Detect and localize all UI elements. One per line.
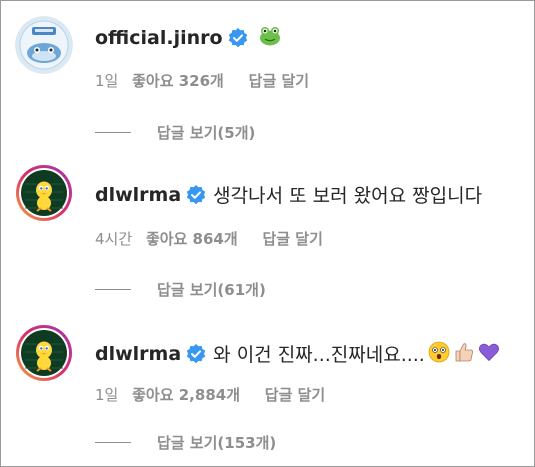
view-replies-button[interactable]: 답글 보기(61개) <box>95 279 266 300</box>
comment-time: 1일 <box>95 386 119 404</box>
reply-button[interactable]: 답글 달기 <box>265 384 325 405</box>
avatar[interactable] <box>15 16 73 74</box>
avatar[interactable] <box>15 164 73 222</box>
reply-button[interactable]: 답글 달기 <box>249 70 309 91</box>
frog-emoji-icon <box>259 26 281 50</box>
likes-count[interactable]: 좋아요 864개 <box>146 228 238 249</box>
username[interactable]: dlwlrma <box>95 343 181 365</box>
view-replies-label: 답글 보기(5개) <box>157 124 256 142</box>
verified-badge-icon <box>186 184 206 205</box>
reply-button[interactable]: 답글 달기 <box>262 228 322 249</box>
username[interactable]: official.jinro <box>95 27 223 49</box>
replies-divider <box>95 442 131 443</box>
view-replies-label: 답글 보기(61개) <box>157 281 266 299</box>
comment-time: 1일 <box>95 72 119 90</box>
username[interactable]: dlwlrma <box>95 184 181 206</box>
verified-badge-icon <box>186 343 206 364</box>
comment-time: 4시간 <box>95 230 133 248</box>
comment-text: 와 이건 진짜...진짜네요.... <box>213 344 425 366</box>
view-replies-label: 답글 보기(153개) <box>157 434 277 452</box>
verified-badge-icon <box>228 28 248 48</box>
comment-list: official.jinro 1일 좋아요 326개 답글 달기 답글 보기(5… <box>0 0 535 467</box>
replies-divider <box>95 289 131 290</box>
replies-divider <box>95 132 131 133</box>
purple-heart-icon <box>478 341 500 367</box>
likes-count[interactable]: 좋아요 2,884개 <box>132 384 240 405</box>
view-replies-button[interactable]: 답글 보기(5개) <box>95 122 255 143</box>
comment-text: 생각나서 또 보러 왔어요 짱입니다 <box>213 185 483 207</box>
avatar[interactable] <box>15 324 73 382</box>
view-replies-button[interactable]: 답글 보기(153개) <box>95 432 276 453</box>
thumbs-up-icon <box>453 341 475 367</box>
astonished-face-icon <box>428 341 450 367</box>
likes-count[interactable]: 좋아요 326개 <box>132 70 224 91</box>
